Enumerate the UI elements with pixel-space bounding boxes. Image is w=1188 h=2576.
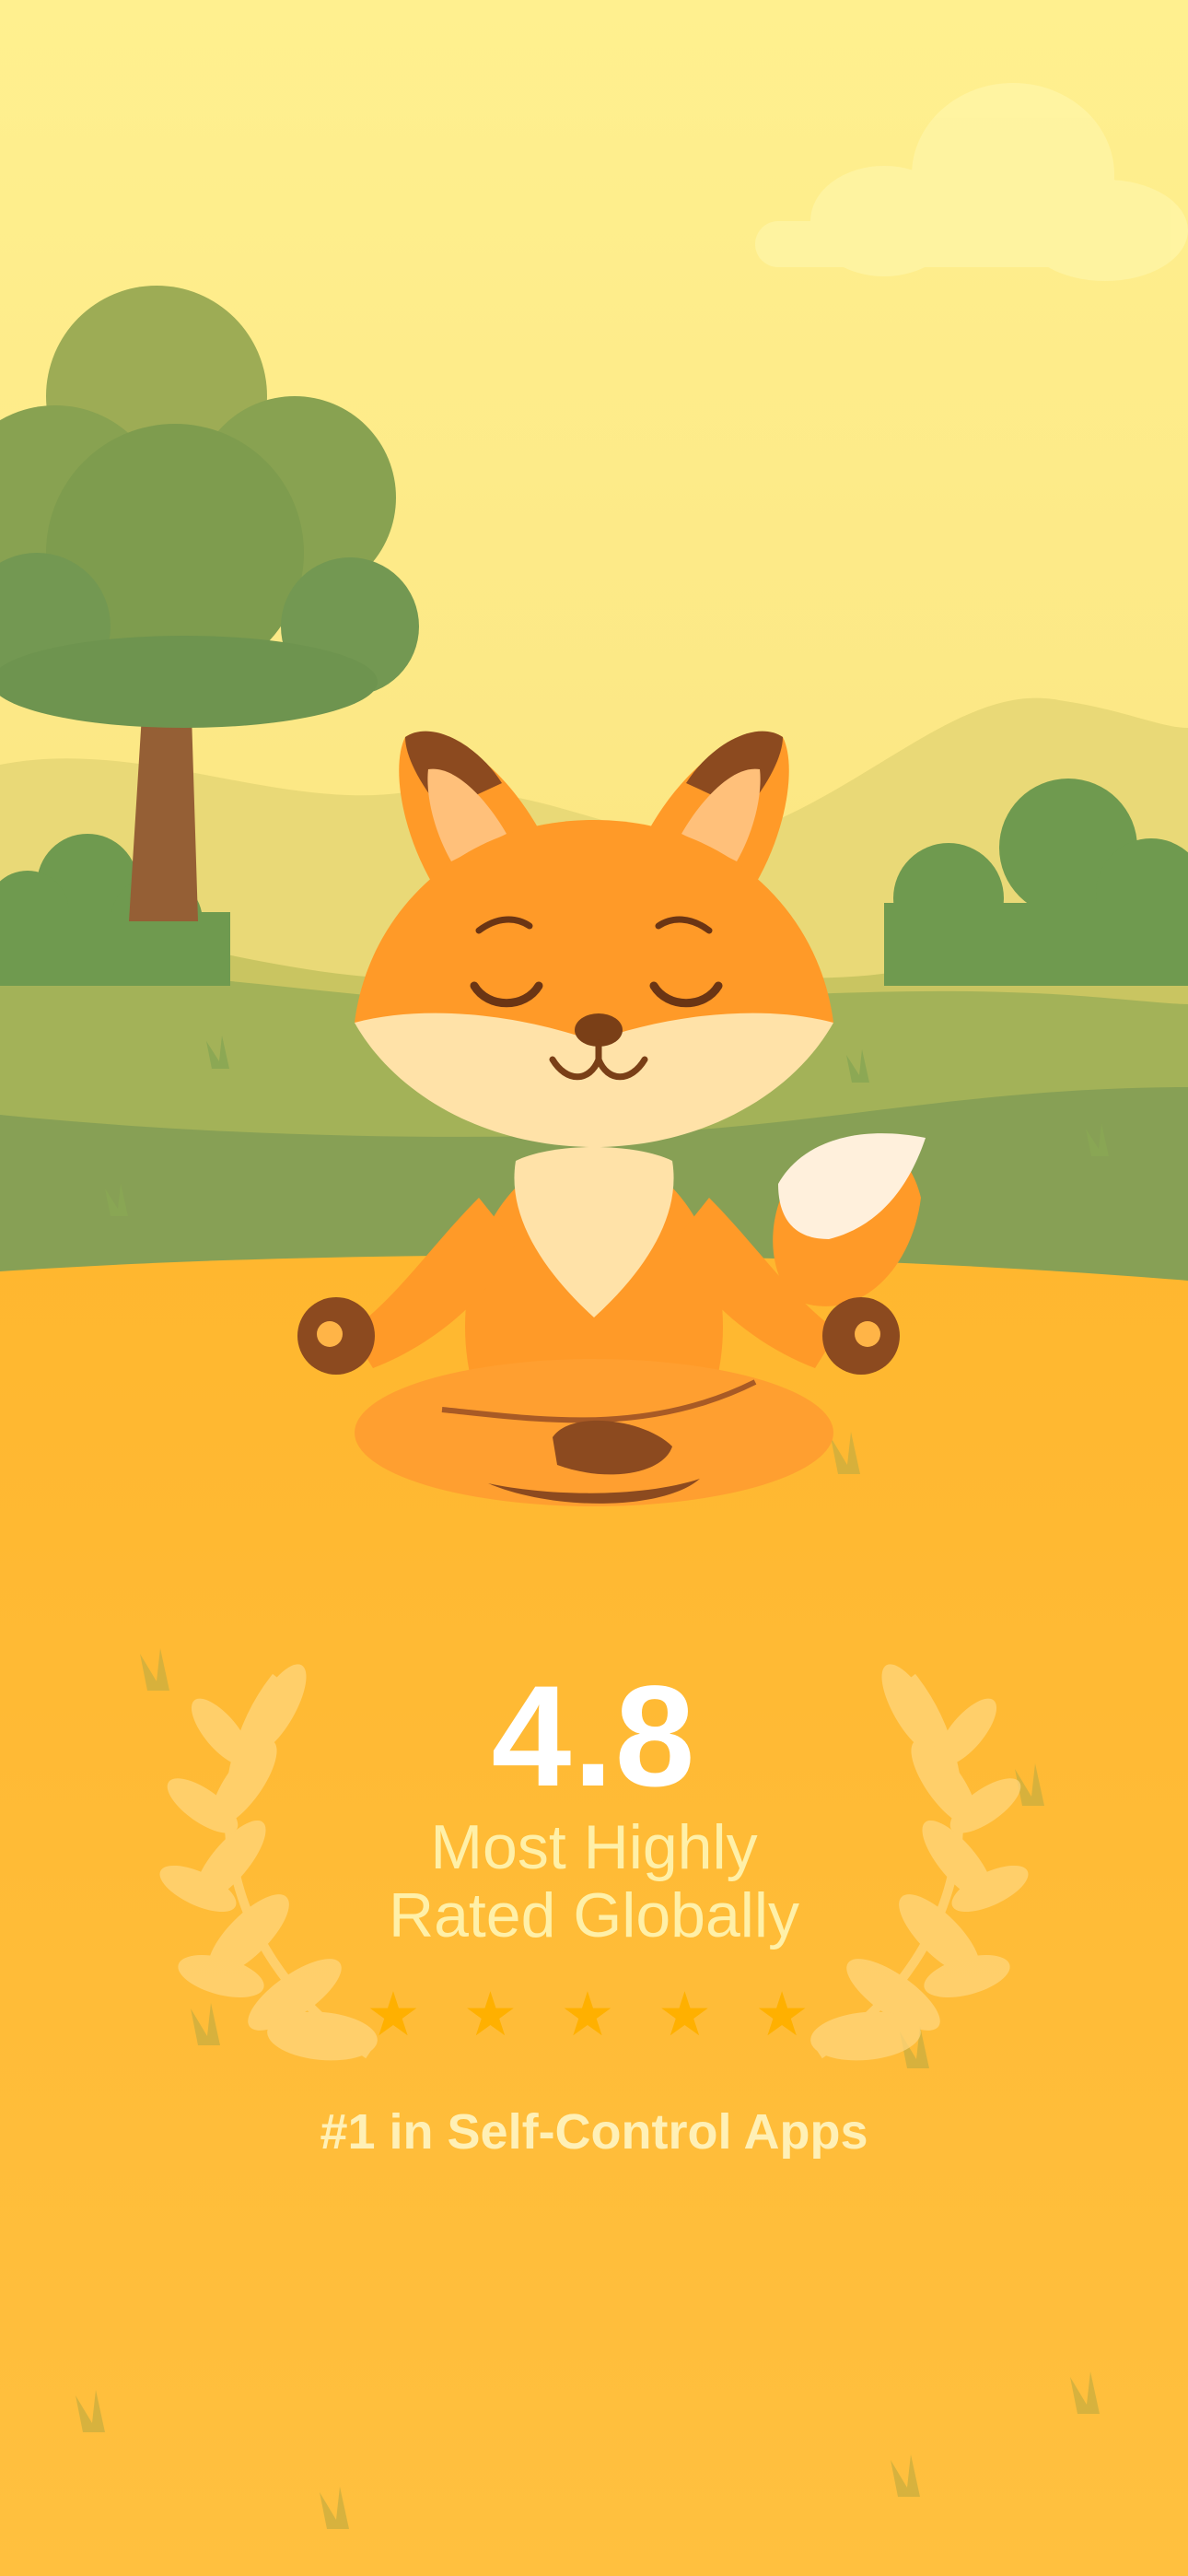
rating-headline-line2: Rated Globally <box>388 1880 800 1950</box>
star-icon: ★ <box>754 1980 822 2048</box>
rating-score: 4.8 <box>491 1657 697 1817</box>
rating-headline-line1: Most Highly <box>430 1812 758 1882</box>
star-icon: ★ <box>366 1980 434 2048</box>
rank-label: #1 in Self-Control Apps <box>320 2104 868 2160</box>
rating-headline: Most Highly Rated Globally <box>0 1813 1188 1950</box>
star-icon: ★ <box>462 1980 531 2048</box>
background-scene <box>0 0 1188 2576</box>
star-icon: ★ <box>657 1980 726 2048</box>
star-rating: ★ ★ ★ ★ ★ <box>0 1977 1188 2051</box>
star-icon: ★ <box>560 1980 628 2048</box>
